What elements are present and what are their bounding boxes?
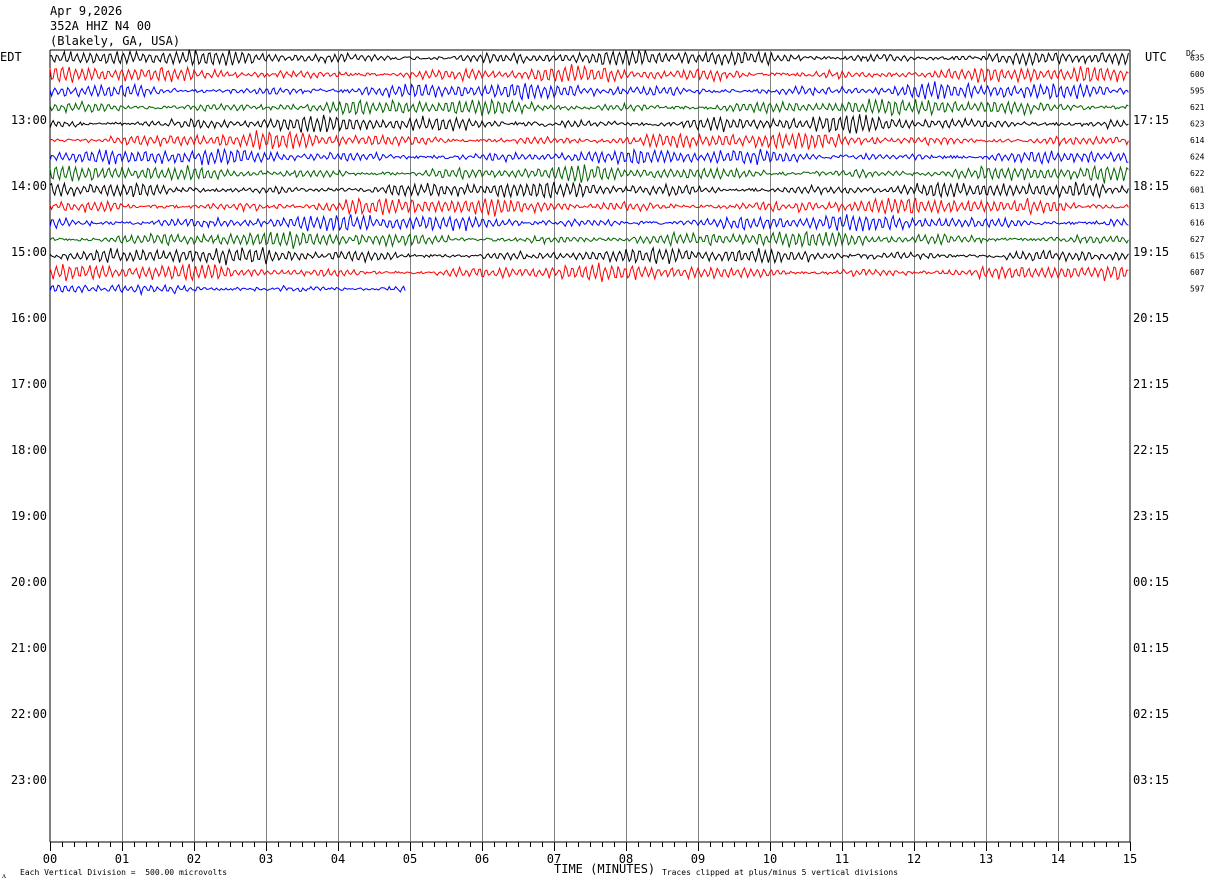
dc-value: 613 — [1190, 202, 1205, 211]
right-hour-label: 22:15 — [1133, 443, 1169, 457]
clip-note: Traces clipped at plus/minus 5 vertical … — [662, 868, 899, 877]
x-tick-label: 00 — [43, 852, 57, 866]
right-hour-label: 03:15 — [1133, 773, 1169, 787]
left-hour-label: 18:00 — [11, 443, 47, 457]
x-tick-label: 03 — [259, 852, 273, 866]
dc-value: 607 — [1190, 268, 1205, 277]
corner-mark: ᴧ — [2, 871, 6, 880]
x-axis-title: TIME (MINUTES) — [554, 862, 656, 876]
left-hour-label: 13:00 — [11, 113, 47, 127]
right-hour-label: 23:15 — [1133, 509, 1169, 523]
left-hour-label: 14:00 — [11, 179, 47, 193]
right-hour-label: 01:15 — [1133, 641, 1169, 655]
x-tick-label: 10 — [763, 852, 777, 866]
dc-value: 616 — [1190, 219, 1205, 228]
dc-value: 595 — [1190, 87, 1205, 96]
dc-value: 627 — [1190, 235, 1205, 244]
right-hour-label: 19:15 — [1133, 245, 1169, 259]
dc-value: 622 — [1190, 169, 1205, 178]
seismic-trace — [49, 114, 1129, 134]
dc-value: 600 — [1190, 70, 1205, 79]
dc-value: 624 — [1190, 153, 1205, 162]
right-hour-label: 00:15 — [1133, 575, 1169, 589]
right-hour-label: 18:15 — [1133, 179, 1169, 193]
dc-value: 635 — [1190, 54, 1205, 63]
left-hour-label: 19:00 — [11, 509, 47, 523]
x-tick-label: 06 — [475, 852, 489, 866]
dc-value: 614 — [1190, 136, 1205, 145]
dc-value: 601 — [1190, 186, 1205, 195]
x-tick-label: 12 — [907, 852, 921, 866]
x-tick-label: 04 — [331, 852, 345, 866]
dc-value: 597 — [1190, 285, 1205, 294]
left-hour-label: 17:00 — [11, 377, 47, 391]
x-tick-label: 13 — [979, 852, 993, 866]
scale-note: Each Vertical Division = 500.00 microvol… — [20, 868, 228, 877]
x-tick-label: 15 — [1123, 852, 1137, 866]
left-hour-label: 20:00 — [11, 575, 47, 589]
right-hour-label: 17:15 — [1133, 113, 1169, 127]
left-hour-label: 22:00 — [11, 707, 47, 721]
left-hour-label: 21:00 — [11, 641, 47, 655]
seismic-trace — [49, 130, 1129, 150]
seismic-trace — [49, 64, 1129, 84]
left-hour-label: 15:00 — [11, 245, 47, 259]
x-tick-label: 05 — [403, 852, 417, 866]
dc-value: 623 — [1190, 120, 1205, 129]
dc-value: 621 — [1190, 103, 1205, 112]
x-tick-label: 11 — [835, 852, 849, 866]
seismic-trace — [49, 164, 1129, 184]
seismic-trace — [49, 98, 1129, 117]
seismic-trace — [49, 81, 1129, 102]
seismic-trace — [49, 181, 1129, 199]
seismic-trace — [49, 262, 1129, 282]
x-tick-label: 01 — [115, 852, 129, 866]
seismic-trace — [49, 230, 1129, 249]
seismic-trace — [49, 246, 1129, 266]
x-tick-label: 02 — [187, 852, 201, 866]
seismic-trace — [49, 147, 1129, 166]
seismogram-plot: 00 01 02 03 04 05 06 07 08 09 10 11 12 13 14 1513:0014:… — [11, 49, 1205, 866]
right-hour-label: 21:15 — [1133, 377, 1169, 391]
seismic-trace — [49, 49, 1129, 67]
x-tick-label: 09 — [691, 852, 705, 866]
right-hour-label: 20:15 — [1133, 311, 1169, 325]
left-hour-label: 23:00 — [11, 773, 47, 787]
right-hour-label: 02:15 — [1133, 707, 1169, 721]
left-hour-label: 16:00 — [11, 311, 47, 325]
seismic-trace — [49, 213, 1129, 232]
seismic-trace — [49, 196, 1129, 217]
x-tick-label: 14 — [1051, 852, 1065, 866]
seismic-trace — [49, 283, 406, 297]
dc-value: 615 — [1190, 252, 1205, 261]
